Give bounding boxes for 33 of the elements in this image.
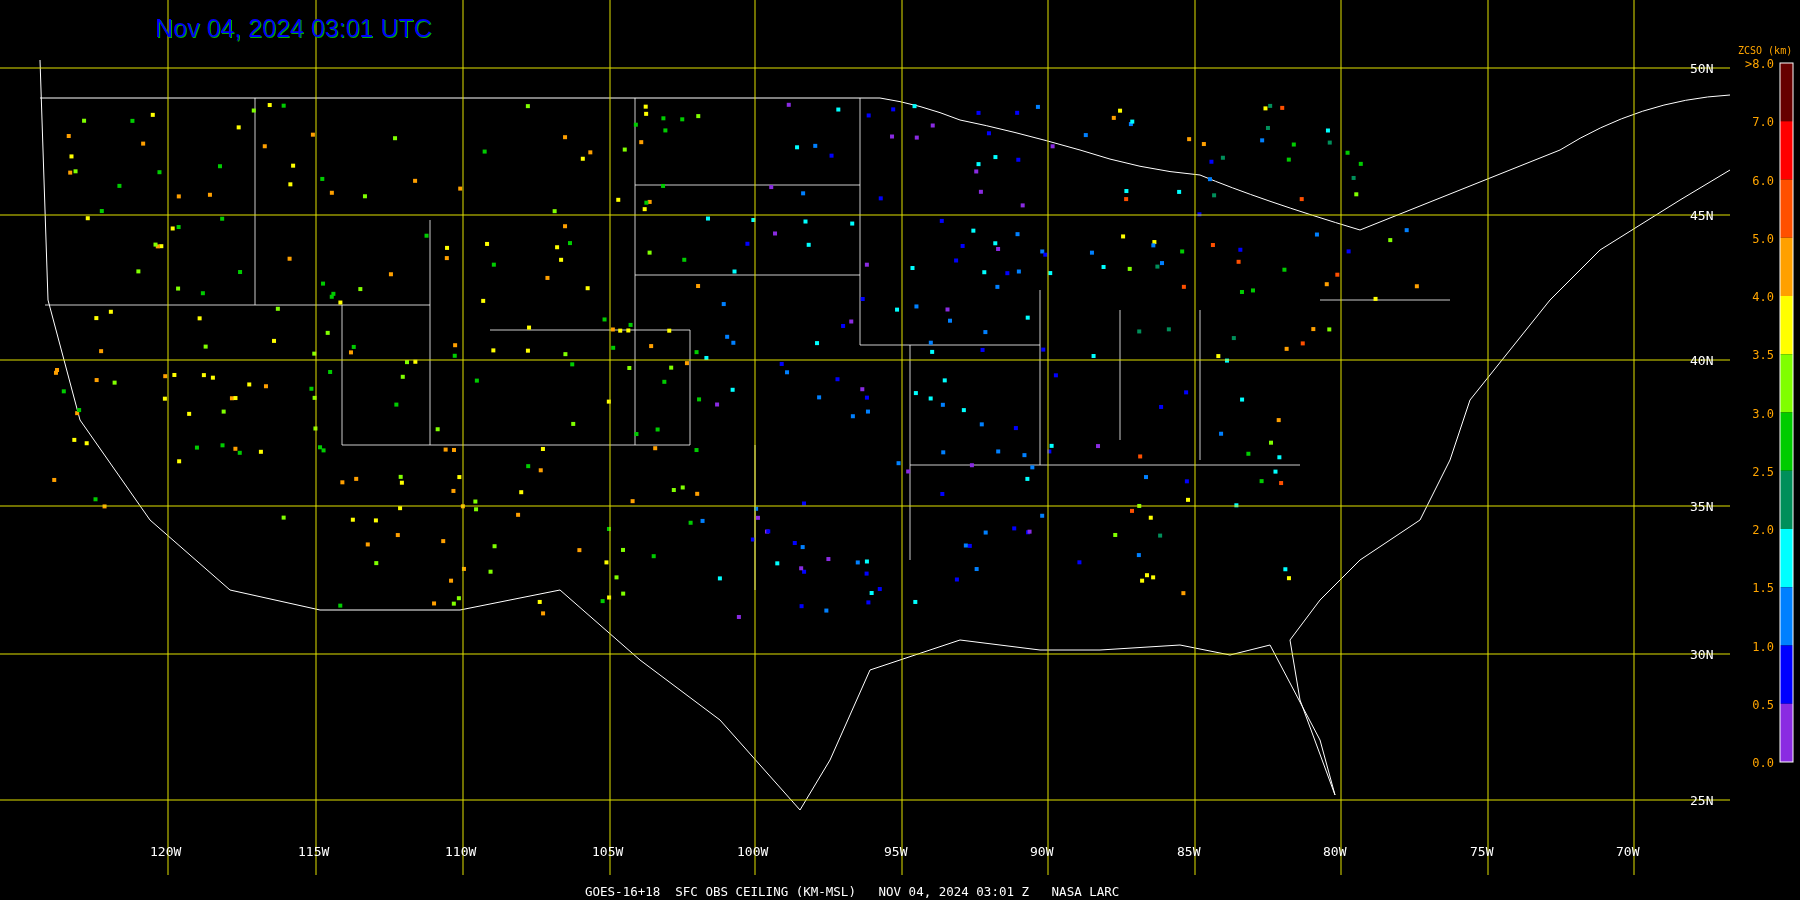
longitude-label: 100W: [737, 844, 769, 859]
colorbar-label: 1.5: [1752, 581, 1774, 596]
longitude-label: 90W: [1030, 844, 1054, 859]
latitude-label: 35N: [1690, 499, 1714, 514]
colorbar-label: 5.0: [1752, 231, 1774, 246]
latitude-label: 40N: [1690, 353, 1714, 368]
longitude-label: 95W: [884, 844, 908, 859]
longitude-label: 115W: [298, 844, 330, 859]
colorbar-label: 7.0: [1752, 115, 1774, 130]
map-title: Nov 04, 2024 03:01 UTC: [155, 14, 432, 42]
footer-caption: GOES-16+18 SFC OBS CEILING (KM-MSL) NOV 04, 2024 03:01 Z NASA LARC: [585, 884, 1120, 899]
longitude-label: 120W: [150, 844, 182, 859]
latitude-label: 45N: [1690, 208, 1714, 223]
colorbar-title: ZCSO (km): [1738, 45, 1793, 56]
longitude-label: 70W: [1616, 844, 1640, 859]
longitude-label: 110W: [445, 844, 477, 859]
colorbar-label: 0.5: [1752, 697, 1774, 712]
longitude-label: 105W: [592, 844, 624, 859]
colorbar-label: 3.0: [1752, 406, 1774, 421]
colorbar-label: 2.0: [1752, 523, 1774, 537]
colorbar-label: 4.0: [1752, 290, 1774, 304]
longitude-label: 80W: [1323, 844, 1347, 859]
colorbar-label: >8.0: [1745, 57, 1774, 71]
longitude-label: 85W: [1177, 844, 1201, 859]
colorbar-label: 2.5: [1752, 464, 1774, 479]
latitude-label: 25N: [1690, 793, 1714, 808]
latitude-label: 50N: [1690, 61, 1714, 76]
colorbar-label: 0.0: [1752, 756, 1774, 770]
colorbar-label: 3.5: [1752, 348, 1774, 363]
colorbar-label: 1.0: [1752, 639, 1774, 654]
colorbar-label: 6.0: [1752, 173, 1774, 188]
longitude-label: 75W: [1470, 844, 1494, 859]
latitude-label: 30N: [1690, 647, 1714, 662]
